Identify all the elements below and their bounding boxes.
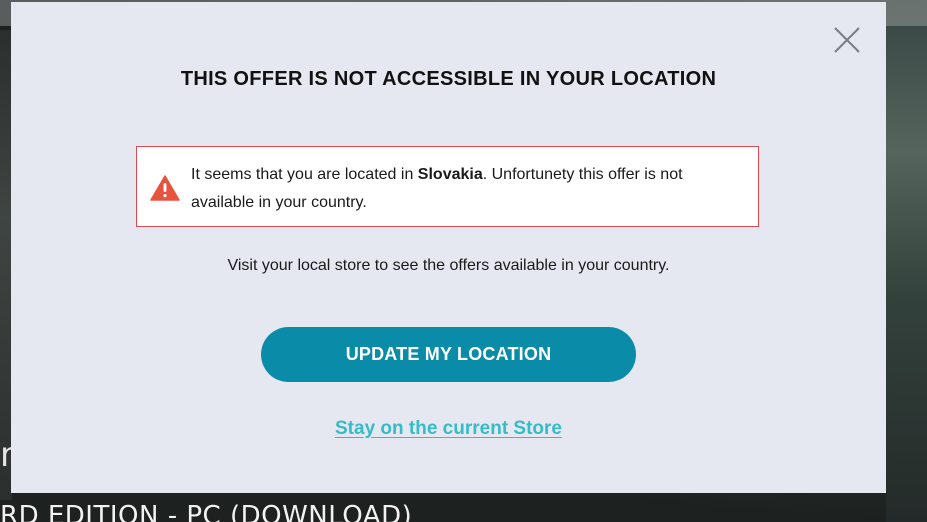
stay-on-current-store-link[interactable]: Stay on the current Store — [11, 418, 886, 440]
alert-message: It seems that you are located in Slovaki… — [191, 161, 731, 217]
close-icon — [834, 27, 860, 53]
warning-icon — [150, 175, 180, 201]
alert-country: Slovakia — [417, 166, 483, 183]
backdrop-right-artwork — [886, 26, 927, 522]
close-button[interactable] — [833, 26, 861, 54]
update-location-button[interactable]: UPDATE MY LOCATION — [261, 327, 636, 382]
alert-text-before: It seems that you are located in — [191, 166, 418, 183]
location-modal: THIS OFFER IS NOT ACCESSIBLE IN YOUR LOC… — [11, 2, 886, 493]
backdrop-product-title: RD EDITION - PC (DOWNLOAD) — [0, 501, 413, 522]
modal-title: THIS OFFER IS NOT ACCESSIBLE IN YOUR LOC… — [180, 68, 717, 90]
location-alert: It seems that you are located in Slovaki… — [136, 146, 759, 227]
local-store-hint: Visit your local store to see the offers… — [227, 257, 670, 274]
